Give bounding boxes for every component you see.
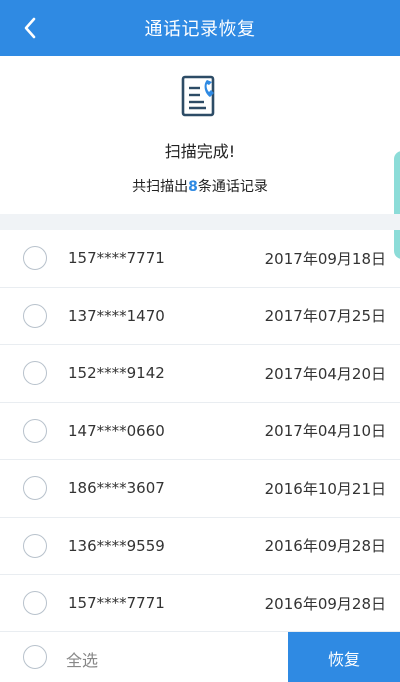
call-record-list: 157****7771 2017年09月18日 137****1470 2017…	[0, 230, 400, 633]
record-checkbox[interactable]	[23, 591, 47, 616]
back-button[interactable]	[10, 8, 50, 48]
record-checkbox[interactable]	[23, 476, 47, 501]
document-phone-icon	[181, 75, 215, 117]
record-checkbox[interactable]	[23, 533, 47, 558]
phone-number: 152****9142	[68, 364, 165, 383]
count-suffix: 条通话记录	[197, 179, 268, 195]
call-date: 2016年10月21日	[264, 479, 386, 498]
phone-number: 157****7771	[68, 249, 165, 268]
list-item[interactable]: 157****7771 2017年09月18日	[0, 230, 400, 288]
select-all-label[interactable]: 全选	[66, 647, 98, 671]
page-title: 通话记录恢复	[144, 19, 256, 40]
record-checkbox[interactable]	[23, 303, 47, 328]
list-item[interactable]: 157****7771 2016年09月28日	[0, 575, 400, 633]
call-date: 2016年09月28日	[264, 537, 386, 556]
list-item[interactable]: 136****9559 2016年09月28日	[0, 518, 400, 575]
phone-number: 186****3607	[68, 479, 165, 498]
chevron-left-icon	[24, 17, 36, 39]
bottom-action-bar: 全选 恢复	[0, 631, 400, 682]
select-all-checkbox[interactable]	[23, 645, 47, 669]
phone-number: 137****1470	[68, 306, 165, 325]
scan-summary: 扫描完成! 共扫描出8条通话记录	[0, 56, 400, 259]
phone-number: 136****9559	[68, 536, 165, 555]
list-item[interactable]: 147****0660 2017年04月10日	[0, 403, 400, 460]
scan-count-text: 共扫描出8条通话记录	[0, 176, 400, 196]
top-bar: 通话记录恢复	[0, 0, 400, 56]
record-checkbox[interactable]	[23, 246, 47, 271]
restore-button[interactable]: 恢复	[288, 632, 400, 682]
list-item[interactable]: 152****9142 2017年04月20日	[0, 345, 400, 403]
phone-number: 147****0660	[68, 421, 165, 440]
app-screen: 通话记录恢复 扫描完成! 共扫描出8条通话记录 157****7771 2017…	[0, 0, 400, 682]
section-divider	[0, 214, 400, 230]
record-count: 8	[188, 179, 198, 195]
record-checkbox[interactable]	[23, 361, 47, 386]
call-date: 2016年09月28日	[264, 594, 386, 613]
count-prefix: 共扫描出	[132, 179, 189, 195]
phone-number: 157****7771	[68, 594, 165, 613]
call-date: 2017年09月18日	[264, 249, 386, 268]
call-date: 2017年04月10日	[264, 422, 386, 441]
call-date: 2017年04月20日	[264, 364, 386, 383]
call-date: 2017年07月25日	[264, 307, 386, 326]
scan-complete-title: 扫描完成!	[164, 142, 236, 161]
list-item[interactable]: 186****3607 2016年10月21日	[0, 460, 400, 518]
record-checkbox[interactable]	[23, 418, 47, 443]
list-item[interactable]: 137****1470 2017年07月25日	[0, 288, 400, 345]
